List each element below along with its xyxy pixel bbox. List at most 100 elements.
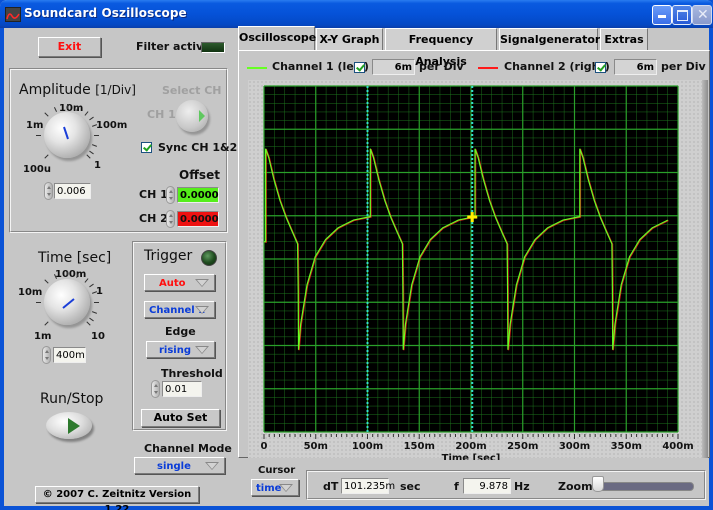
time-knob[interactable] [44,279,90,325]
ch1-per-div-label: per Div [419,60,464,73]
ch2-per-div-label: per Div [661,60,706,73]
time-knob-label-10m: 10m [18,287,43,298]
tab-xy-graph[interactable]: X-Y Graph [316,28,383,50]
knob-tick [36,135,41,136]
amplitude-knob-pointer [63,126,69,140]
ch2-offset-label: CH 2 [139,212,168,225]
x-tick-label: 200m [455,441,486,452]
tab-extras[interactable]: Extras [600,28,648,50]
cursor-label: Cursor [258,465,296,476]
sync-ch-label: Sync CH 1&2 [158,141,238,154]
x-tick-label: 350m [611,441,642,452]
edge-dropdown[interactable]: rising [146,341,215,358]
chevron-down-icon [195,346,209,354]
ch1-offset-spinner[interactable] [166,186,175,204]
edge-label: Edge [165,325,196,338]
select-ch-label: Select CH [162,84,222,97]
time-knob-label-1m: 1m [34,331,52,342]
channel-mode-value: single [157,461,191,472]
chevron-down-icon [205,462,219,470]
filter-active-label: Filter active [136,40,211,53]
threshold-spinner[interactable] [151,380,160,398]
chevron-down-icon [279,484,293,492]
play-icon [68,418,80,434]
window-border-left [0,28,4,510]
zoom-label: Zoom [558,480,593,493]
edge-value: rising [159,345,192,356]
threshold-field[interactable]: 0.01 [162,381,202,397]
dt-unit: sec [400,480,421,493]
x-tick-label: 300m [559,441,590,452]
knob-tick [67,271,68,276]
close-icon: ✕ [697,7,709,23]
amplitude-spinner[interactable] [44,182,53,200]
knob-tick [94,135,99,136]
close-button[interactable]: ✕ [692,5,712,25]
x-tick-label: 0 [261,441,268,452]
trigger-mode-value: Auto [159,278,186,289]
run-stop-label: Run/Stop [40,391,104,407]
zoom-slider-track[interactable] [592,482,694,491]
app-window: Soundcard Oszilloscope ✕ Exit Filter act… [0,0,713,510]
tab-signalgenerator[interactable]: Signalgenerator [499,28,600,50]
filter-active-led [201,42,225,53]
title-bar[interactable]: Soundcard Oszilloscope ✕ [0,0,713,28]
version-label: © 2007 C. Zeitnitz Version 1.22 [35,486,199,510]
time-title: Time [sec] [38,250,112,266]
cursor-mode-dropdown[interactable]: time [251,479,299,496]
ch1-per-div-field[interactable]: 6m [372,59,415,75]
sync-ch-checkbox[interactable] [141,142,152,153]
trigger-channel-dropdown[interactable]: Channel 1 [144,301,215,318]
ch2-per-div-field[interactable]: 6m [614,59,657,75]
amplitude-knob[interactable] [44,112,90,158]
amp-knob-label-100u: 100u [23,164,51,175]
tab-oscilloscope[interactable]: Oscilloscope [238,26,316,50]
select-ch-value: CH 1 [147,108,176,121]
knob-tick [67,104,68,109]
chevron-down-icon [195,279,209,287]
time-knob-pointer [62,298,75,309]
time-spinner[interactable] [42,346,51,364]
maximize-button[interactable] [672,5,692,25]
x-tick-label: 50m [304,441,328,452]
exit-button[interactable]: Exit [38,37,101,57]
x-tick-label: 250m [507,441,538,452]
amplitude-value-field[interactable]: 0.006 [54,183,91,199]
trigger-title: Trigger [144,248,193,264]
trigger-led [201,250,217,266]
threshold-label: Threshold [161,367,223,380]
offset-label: Offset [179,168,220,182]
ch1-offset-label: CH 1 [139,188,168,201]
f-unit: Hz [514,480,530,493]
f-value-field: 9.878 [463,478,511,494]
oscilloscope-chart[interactable]: 0 50m 100m 150m 200m 250m 300m 350m 400m Time [s… [248,80,702,460]
knob-tick [94,302,99,303]
ch2-enable-checkbox[interactable] [595,62,606,73]
knob-tick [92,311,98,314]
select-ch-knob[interactable] [176,100,208,132]
ch1-enable-checkbox[interactable] [354,62,365,73]
tab-frequency-analysis[interactable]: Frequency Analysis [385,28,497,68]
amplitude-title: Amplitude [1/Div] [19,82,136,98]
ch2-legend-line [478,67,498,69]
ch1-offset-field[interactable]: 0.0000 [177,187,219,203]
chevron-down-icon [195,306,209,314]
run-stop-button[interactable] [46,412,92,439]
dt-label: dT [323,480,339,493]
zoom-slider-thumb[interactable] [592,476,604,492]
x-tick-label: 100m [352,441,383,452]
channel-mode-dropdown[interactable]: single [134,457,225,474]
time-value-field[interactable]: 400m [53,347,86,363]
knob-tick [36,302,41,303]
minimize-button[interactable] [652,5,672,25]
select-ch-indicator [199,110,205,122]
x-axis: 0 50m 100m 150m 200m 250m 300m 350m 400m [261,434,694,452]
auto-set-button[interactable]: Auto Set [141,409,220,427]
x-axis-label: Time [sec] [442,453,501,460]
ch2-offset-field[interactable]: 0.0000 [177,211,219,227]
amp-knob-label-100m: 100m [96,120,128,131]
ch2-offset-spinner[interactable] [166,210,175,228]
amp-knob-label-1m: 1m [26,120,44,131]
trigger-mode-dropdown[interactable]: Auto [144,274,215,291]
x-tick-label: 150m [404,441,435,452]
